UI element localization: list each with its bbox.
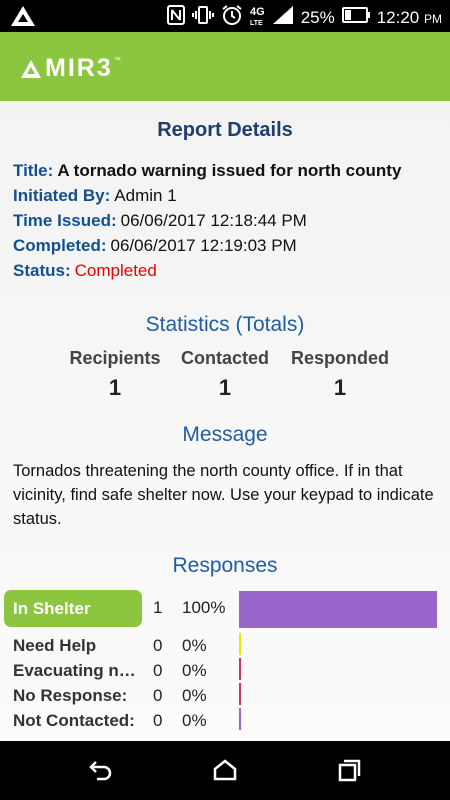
status-field: Status: Completed (13, 261, 157, 281)
time-issued-label: Time Issued: (13, 211, 117, 230)
response-bar (239, 658, 241, 680)
home-icon[interactable] (212, 758, 238, 787)
completed-field: Completed: 06/06/2017 12:19:03 PM (13, 236, 297, 256)
response-percent: 0% (182, 661, 207, 680)
response-evacuating-label[interactable]: Evacuating n… (13, 661, 136, 681)
clock-ampm: PM (424, 11, 442, 26)
recent-apps-icon[interactable] (336, 758, 362, 787)
response-bar (239, 633, 241, 655)
report-content[interactable]: Report Details Title: A tornado warning i… (0, 101, 450, 741)
nfc-icon (167, 5, 185, 30)
response-percent: 0% (182, 686, 207, 705)
response-no-response-label[interactable]: No Response: (13, 686, 127, 706)
initiated-field: Initiated By: Admin 1 (13, 186, 177, 206)
back-icon[interactable] (88, 758, 114, 787)
response-percent: 100% (182, 598, 226, 617)
response-count: 0 (153, 711, 163, 730)
completed-value: 06/06/2017 12:19:03 PM (110, 236, 297, 255)
time-issued-field: Time Issued: 06/06/2017 12:18:44 PM (13, 211, 307, 231)
logo-triangle-icon (21, 59, 41, 78)
title-label: Title: (13, 161, 54, 180)
initiated-value: Admin 1 (114, 186, 177, 205)
message-body: Tornados threatening the north county of… (13, 462, 434, 528)
navigation-bar (0, 741, 450, 800)
stat-contacted: Contacted 1 (172, 348, 278, 401)
status-label: Status: (13, 261, 71, 280)
status-bar: 4G LTE 25% 12:20 PM (0, 0, 450, 32)
responses-heading: Responses (172, 554, 278, 577)
clock: 12:20 PM (377, 8, 442, 28)
initiated-label: Initiated By: (13, 186, 111, 205)
response-count: 0 (153, 661, 163, 680)
battery-percent: 25% (300, 7, 335, 27)
stat-label: Contacted (180, 348, 269, 368)
battery-icon (341, 7, 370, 28)
completed-label: Completed: (13, 236, 107, 255)
network-4g-icon: 4G LTE (250, 5, 265, 27)
vibrate-icon (192, 5, 214, 30)
response-bar (239, 683, 241, 705)
stat-label: Responded (290, 348, 389, 368)
title-field: Title: A tornado warning issued for north… (13, 161, 401, 181)
signal-icon (272, 5, 294, 30)
statistics-heading: Statistics (Totals) (145, 313, 305, 336)
stat-value: 1 (108, 375, 122, 400)
response-count: 0 (153, 686, 163, 705)
app-notification-icon (10, 5, 36, 32)
logo-trademark: ™ (113, 57, 121, 64)
response-bar (239, 708, 241, 730)
mir3-logo: MIR3 ™ (20, 54, 121, 83)
response-in-shelter-button[interactable]: In Shelter (4, 590, 142, 627)
logo-text: MIR3 (45, 54, 113, 82)
stat-responded: Responded 1 (284, 348, 396, 401)
response-count: 0 (153, 636, 163, 655)
response-percent: 0% (182, 636, 207, 655)
stat-recipients: Recipients 1 (60, 348, 170, 401)
message-heading: Message (182, 423, 268, 446)
response-not-contacted-label[interactable]: Not Contacted: (13, 711, 135, 731)
status-value: Completed (74, 261, 157, 280)
app-bar: MIR3 ™ (0, 32, 450, 101)
time-issued-value: 06/06/2017 12:18:44 PM (120, 211, 307, 230)
stat-value: 1 (333, 375, 347, 400)
stat-label: Recipients (69, 348, 161, 368)
response-need-help-label[interactable]: Need Help (13, 636, 96, 656)
response-bar (239, 591, 437, 628)
clock-time: 12:20 (376, 7, 420, 27)
alarm-icon (221, 4, 243, 31)
title-value: A tornado warning issued for north count… (57, 161, 402, 180)
response-percent: 0% (182, 711, 207, 730)
stat-value: 1 (218, 375, 232, 400)
page-title: Report Details (157, 119, 293, 141)
response-count: 1 (153, 598, 163, 617)
